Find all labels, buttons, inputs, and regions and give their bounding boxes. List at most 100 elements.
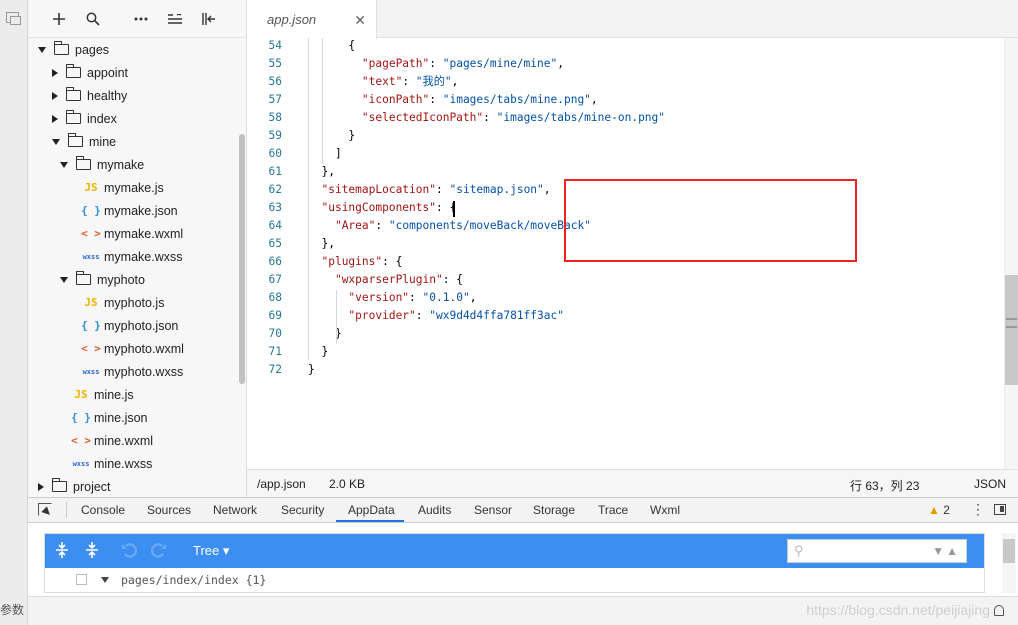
tree-item-mymake-js[interactable]: JS mymake.js [80,176,163,199]
warning-badge[interactable]: ▲ 2 [928,503,950,517]
inspect-icon[interactable] [38,503,52,516]
chevron-down-icon[interactable] [38,46,46,53]
toggle-sidebar-icon[interactable] [192,0,226,38]
code-punct: } [308,363,315,376]
chevron-right-icon[interactable] [52,68,58,77]
chevron-down-icon[interactable] [52,138,60,145]
bell-icon[interactable] [994,605,1004,616]
status-cursor[interactable]: 行 63，列 23 [850,477,919,494]
more-vert-icon[interactable]: ⋮ [971,501,985,518]
close-icon[interactable]: ✕ [354,12,366,29]
tree-item-index[interactable]: index [52,107,117,130]
tree-item-mine-wxss[interactable]: wxss mine.wxss [70,452,153,475]
tree-item-mymake-wxss[interactable]: wxss mymake.wxss [80,245,183,268]
tree-item-mymake-json[interactable]: { } mymake.json [80,199,178,222]
search-icon: ⚲ [794,543,804,558]
active-tab-indicator [336,520,404,522]
chevron-right-icon[interactable] [52,91,58,100]
add-icon[interactable] [42,0,76,38]
tree-item-myphoto[interactable]: myphoto [60,268,145,291]
js-file-icon: JS [74,388,88,401]
more-icon[interactable] [124,0,158,38]
tree-item-label: healthy [87,88,128,103]
json-string: "components/moveBack/moveBack" [388,219,591,232]
tab-sensor[interactable]: Sensor [474,503,512,517]
code-editor: app.json ✕ 54 {55 "pagePath": "pages/min… [247,0,1018,497]
tree-item-label: mymake.wxss [104,249,183,264]
tab-sources[interactable]: Sources [147,503,191,517]
code-punct: : { [442,273,463,286]
scroll-thumb[interactable] [1003,539,1015,563]
tab-storage[interactable]: Storage [533,503,575,517]
json-key: "version" [348,291,410,304]
folder-icon [66,87,81,101]
folder-open-icon [76,156,91,170]
tree-item-appoint[interactable]: appoint [52,61,128,84]
tree-item-mine-wxml[interactable]: < > mine.wxml [70,429,153,452]
chevron-right-icon[interactable] [38,482,44,491]
tab-audits[interactable]: Audits [418,503,451,517]
code-punct: : [483,111,497,124]
editor-scroll-thumb[interactable] [1005,275,1018,385]
tree-item-label: mine.js [94,387,134,402]
tab-network[interactable]: Network [213,503,257,517]
search-nav-icons[interactable]: ▼▲ [932,544,960,558]
dock-side-icon[interactable] [994,504,1006,515]
tree-item-label: myphoto.json [104,318,179,333]
chevron-right-icon[interactable] [52,114,58,123]
indent-guide [322,38,323,164]
expand-all-icon[interactable] [55,542,69,563]
folder-open-icon [76,271,91,285]
collapse-all-icon[interactable] [85,542,99,563]
line-code: "usingComponents": { [308,199,456,217]
tree-item-mine[interactable]: mine [52,130,116,153]
tab-wxml[interactable]: Wxml [650,503,680,517]
tree-item-mymake-wxml[interactable]: < > mymake.wxml [80,222,183,245]
tree-item-healthy[interactable]: healthy [52,84,127,107]
appdata-search-input[interactable]: ⚲ ▼▲ [787,539,967,563]
tab-security[interactable]: Security [281,503,324,517]
window-icon[interactable] [6,12,21,25]
tree-item-label: myphoto [97,272,145,287]
collapse-all-icon[interactable] [158,0,192,38]
tree-item-myphoto-json[interactable]: { } myphoto.json [80,314,178,337]
chevron-down-icon[interactable] [60,161,68,168]
tree-item-pages[interactable]: pages [38,38,109,61]
appdata-row[interactable]: pages/index/index {1} [45,572,984,594]
line-number: 56 [268,75,282,88]
status-language[interactable]: JSON [974,477,1006,491]
folder-icon [66,110,81,124]
tree-item-label: mymake.json [104,203,178,218]
js-file-icon: JS [84,296,98,309]
tree-item-myphoto-js[interactable]: JS myphoto.js [80,291,164,314]
code-punct: : [409,291,423,304]
chevron-down-icon[interactable] [60,276,68,283]
editor-scrollbar[interactable] [1004,38,1018,469]
explorer-scrollbar[interactable] [239,134,245,384]
row-checkbox[interactable] [76,574,87,585]
redo-icon[interactable] [150,542,167,563]
wxss-file-icon: wxss [82,252,100,261]
undo-icon[interactable] [121,542,138,563]
tab-appdata[interactable]: AppData [348,503,395,517]
row-label: pages/index/index {1} [121,573,267,587]
tab-app-json[interactable]: app.json ✕ [247,0,377,39]
tree-item-mine-json[interactable]: { } mine.json [70,406,147,429]
code-punct [308,111,362,124]
tree-item-project[interactable]: project [38,475,111,497]
line-number: 61 [268,165,282,178]
warning-icon: ▲ [928,503,940,517]
json-key: "plugins" [321,255,383,268]
tree-item-mine-js[interactable]: JS mine.js [70,383,134,406]
tab-console[interactable]: Console [81,503,125,517]
view-mode-dropdown[interactable]: Tree ▾ [193,543,229,559]
tree-item-myphoto-wxss[interactable]: wxss myphoto.wxss [80,360,184,383]
expand-arrow-icon[interactable] [101,577,109,583]
devtools-scrollbar[interactable] [1002,533,1016,593]
search-icon[interactable] [76,0,110,38]
status-size: 2.0 KB [329,477,366,491]
tree-item-myphoto-wxml[interactable]: < > myphoto.wxml [80,337,184,360]
tree-item-mymake[interactable]: mymake [60,153,144,176]
js-file-icon: JS [84,181,98,194]
tab-trace[interactable]: Trace [598,503,628,517]
